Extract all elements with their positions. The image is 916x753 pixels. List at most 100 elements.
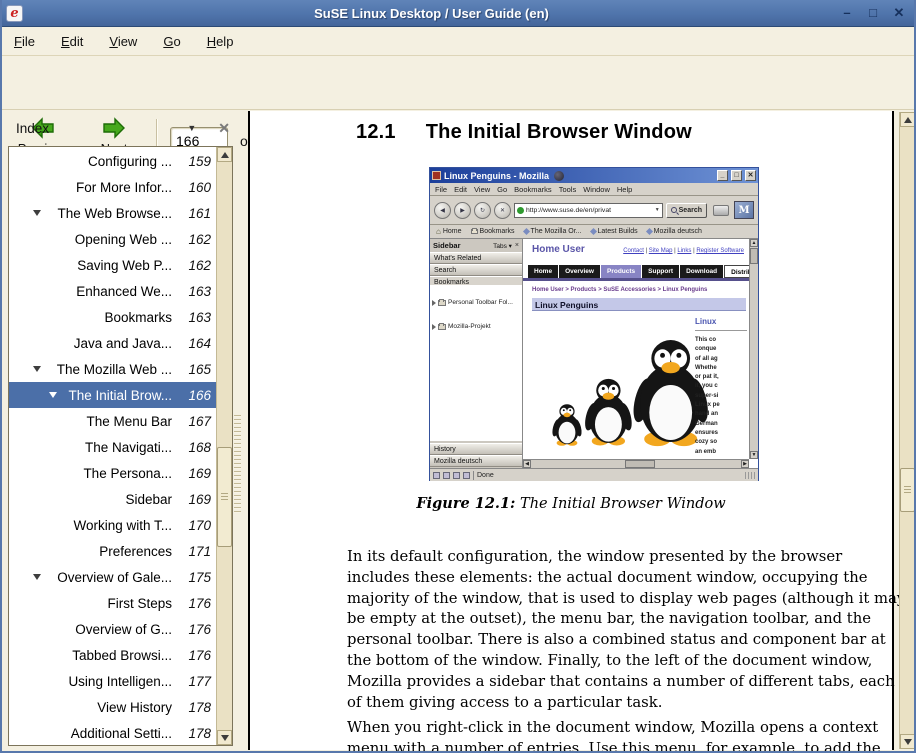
sidebar-tabs-menu: Tabs ▾ <box>493 242 512 250</box>
maximize-icon[interactable]: □ <box>866 5 880 21</box>
browser-minimize-icon: _ <box>717 170 728 181</box>
body-paragraph: When you right-click in the document win… <box>347 718 907 753</box>
body-paragraph: In its default configuration, the window… <box>347 547 907 713</box>
index-item-page: 175 <box>181 570 211 585</box>
index-item[interactable]: Additional Setti...178 <box>9 720 216 745</box>
index-item[interactable]: The Mozilla Web ...165 <box>9 356 216 382</box>
index-item[interactable]: The Initial Brow...166 <box>9 382 216 408</box>
scroll-up-icon[interactable] <box>900 112 915 127</box>
index-tree[interactable]: Configuring ...159For More Infor...160Th… <box>9 147 216 745</box>
personal-toolbar-label: Latest Builds <box>598 228 638 235</box>
index-header[interactable]: Index ▼ ✕ <box>4 110 242 146</box>
sidebar-tab-history: History <box>430 443 522 455</box>
index-item-page: 169 <box>181 466 211 481</box>
site-icon <box>517 207 524 214</box>
expander-icon[interactable] <box>33 366 41 372</box>
index-item[interactable]: Opening Web ...162 <box>9 226 216 252</box>
index-item[interactable]: Using Intelligen...177 <box>9 668 216 694</box>
document-scrollbar[interactable] <box>899 112 915 749</box>
index-item[interactable]: The Navigati...168 <box>9 434 216 460</box>
scroll-down-icon[interactable] <box>900 734 915 749</box>
browser-hscroll-thumb <box>625 460 655 468</box>
index-item-page: 176 <box>181 622 211 637</box>
personal-toolbar-label: Bookmarks <box>480 228 515 235</box>
index-item[interactable]: The Persona... 169 <box>9 460 216 486</box>
menu-help[interactable]: Help <box>207 34 234 49</box>
browser-vertical-scrollbar: ▲ ▼ <box>749 239 758 459</box>
index-item[interactable]: Enhanced We...163 <box>9 278 216 304</box>
aside-text-line: German <box>695 420 747 429</box>
personal-toolbar-label: Mozilla deutsch <box>654 228 702 235</box>
index-item[interactable]: View History178 <box>9 694 216 720</box>
index-item-label: View History <box>9 700 172 715</box>
index-item[interactable]: Sidebar169 <box>9 486 216 512</box>
sidebar-tab-mozilla-deutsch: Mozilla deutsch <box>430 455 522 467</box>
index-item[interactable]: Configuring ...159 <box>9 148 216 174</box>
sidebar-close-x-icon: × <box>515 242 519 249</box>
index-item-label: Java and Java... <box>9 336 172 351</box>
index-item[interactable]: Tabbed Browsi...176 <box>9 642 216 668</box>
figure-caption-label: Figure 12.1: <box>416 495 515 512</box>
figure-caption-text: The Initial Browser Window <box>515 496 725 512</box>
expander-icon[interactable] <box>49 392 57 398</box>
personal-toolbar-item: The Mozilla Or... <box>524 228 582 235</box>
index-item[interactable]: Bookmarks163 <box>9 304 216 330</box>
index-item[interactable]: Overview of Gale...175 <box>9 564 216 590</box>
close-icon[interactable]: ✕ <box>892 5 906 21</box>
browser-vscroll-thumb <box>750 248 758 264</box>
index-item-page: 168 <box>181 440 211 455</box>
index-item[interactable]: Preferences171 <box>9 538 216 564</box>
status-text: Done <box>477 472 494 479</box>
index-item-label: First Steps <box>9 596 172 611</box>
minimize-icon[interactable]: – <box>840 5 854 21</box>
sidebar-close-icon[interactable]: ✕ <box>218 120 230 137</box>
index-item[interactable]: Saving Web P...162 <box>9 252 216 278</box>
index-item-label: The Menu Bar <box>9 414 172 429</box>
index-scrollbar-thumb[interactable] <box>217 447 232 547</box>
folder-icon <box>471 229 478 234</box>
index-item[interactable]: Overview of G... 176 <box>9 616 216 642</box>
application-window: e SuSE Linux Desktop / User Guide (en) –… <box>0 0 916 753</box>
index-item[interactable]: The Menu Bar 167 <box>9 408 216 434</box>
menu-edit[interactable]: Edit <box>61 34 83 49</box>
aside-text-line: hand an <box>695 410 747 419</box>
menu-view[interactable]: View <box>109 34 137 49</box>
scroll-down-icon[interactable] <box>217 730 232 745</box>
sidebar-tab-what-s-related: What's Related <box>430 252 522 264</box>
index-item[interactable]: Java and Java...164 <box>9 330 216 356</box>
browser-menu-view: View <box>474 185 490 194</box>
bookmark-folder-list: Personal Toolbar Fol...Mozilla-Projekt <box>430 285 522 441</box>
expander-icon[interactable] <box>33 210 41 216</box>
index-item-page: 167 <box>181 414 211 429</box>
pane-resize-handle[interactable] <box>232 110 243 751</box>
index-item-label: Overview of G... <box>9 622 172 637</box>
index-item-label: The Persona... <box>9 466 172 481</box>
index-scrollbar[interactable] <box>216 147 232 745</box>
aside-text-line: super-si <box>695 392 747 401</box>
header-links: Contact | Site Map | Links | Register So… <box>623 248 744 254</box>
chevron-down-icon[interactable]: ▼ <box>187 123 196 133</box>
index-item-page: 161 <box>181 206 211 221</box>
index-item-page: 178 <box>181 726 211 741</box>
index-item-page: 162 <box>181 258 211 273</box>
scroll-up-icon[interactable] <box>217 147 232 162</box>
menu-go[interactable]: Go <box>163 34 180 49</box>
index-item[interactable]: Working with T...170 <box>9 512 216 538</box>
mozilla-app-icon <box>432 171 441 180</box>
forward-icon: ▶ <box>454 202 471 219</box>
url-dropdown-icon: ▼ <box>655 207 660 213</box>
document-scrollbar-thumb[interactable] <box>900 468 915 512</box>
index-item[interactable]: For More Infor...160 <box>9 174 216 200</box>
index-item-label: Configuring ... <box>9 154 172 169</box>
menu-file[interactable]: File <box>14 34 35 49</box>
browser-title: Linux Penguins - Mozilla <box>444 171 549 181</box>
index-item-page: 176 <box>181 596 211 611</box>
reload-icon: ↻ <box>474 202 491 219</box>
titlebar[interactable]: e SuSE Linux Desktop / User Guide (en) –… <box>0 0 916 27</box>
index-item-page: 170 <box>181 518 211 533</box>
browser-nav-toolbar: ◀ ▶ ↻ ✕ http://www.suse.de/en/privat ▼ S… <box>430 196 758 225</box>
index-item[interactable]: First Steps 176 <box>9 590 216 616</box>
expander-icon[interactable] <box>33 574 41 580</box>
index-item[interactable]: The Web Browse...161 <box>9 200 216 226</box>
index-item-label: Tabbed Browsi... <box>9 648 172 663</box>
